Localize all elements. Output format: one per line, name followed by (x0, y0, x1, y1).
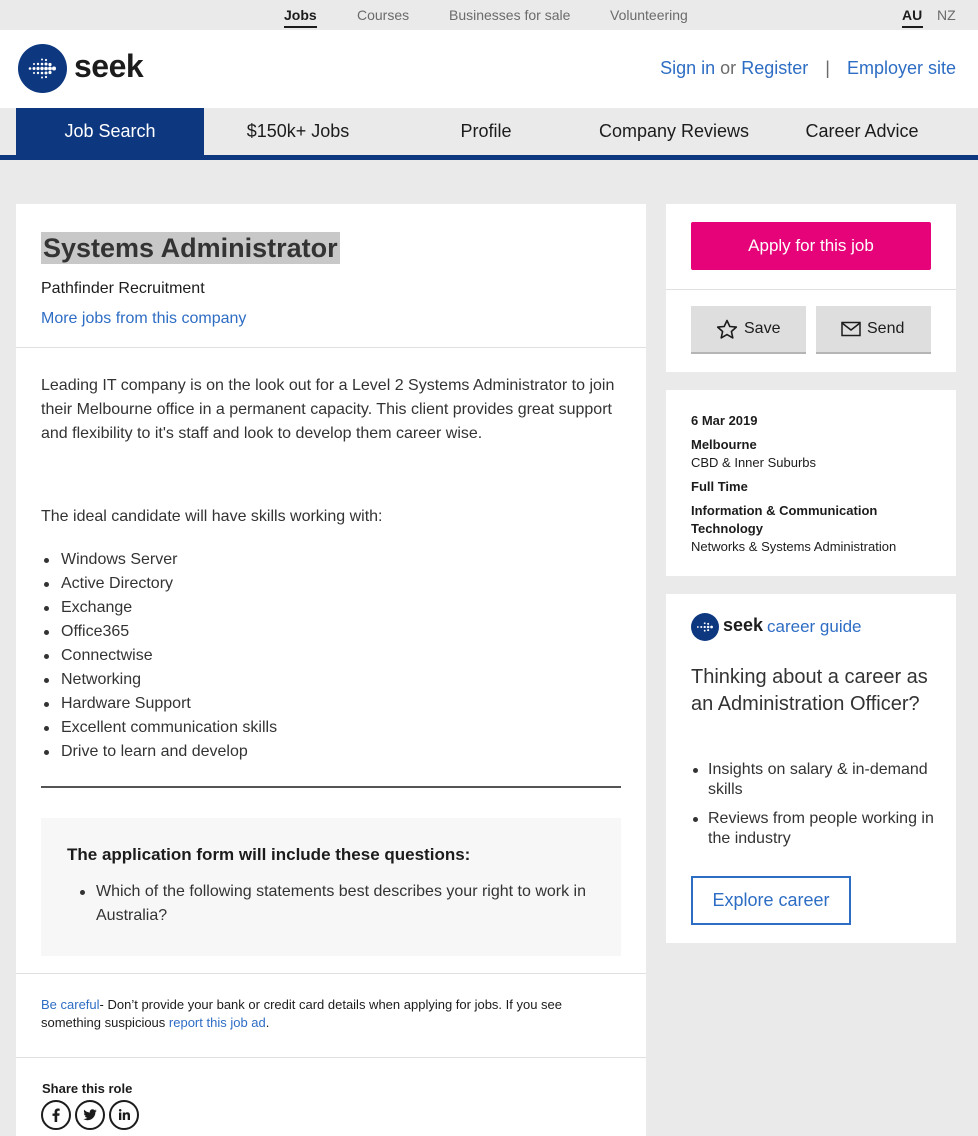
register-link[interactable]: Register (741, 58, 808, 78)
work-type: Full Time (691, 479, 748, 494)
topbar-link-jobs[interactable]: Jobs (284, 7, 317, 23)
listing-date: 6 Mar 2019 (691, 413, 758, 428)
main-nav: Job Search $150k+ Jobs Profile Company R… (0, 108, 978, 160)
be-careful-link[interactable]: Be careful (41, 997, 100, 1012)
bullet (80, 890, 85, 895)
safety-warning: Be careful- Don’t provide your bank or c… (41, 996, 621, 1032)
list-item: Insights on salary & in-demand skills (693, 760, 938, 800)
list-item: Drive to learn and develop (43, 740, 277, 764)
nav-job-search[interactable]: Job Search (16, 108, 204, 155)
send-label: Send (867, 320, 905, 337)
content-divider (41, 786, 621, 788)
nav-career-advice[interactable]: Career Advice (768, 108, 956, 155)
header-separator: | (825, 58, 830, 78)
list-item: Hardware Support (43, 692, 277, 716)
list-item: Reviews from people working in the indus… (693, 809, 938, 849)
company-name: Pathfinder Recruitment (41, 280, 205, 297)
mail-icon (841, 321, 861, 337)
share-divider (16, 1057, 646, 1058)
star-icon (716, 319, 738, 339)
nav-underline-bar (0, 155, 978, 160)
facebook-icon[interactable] (41, 1100, 71, 1130)
question-item: Which of the following statements best d… (96, 883, 586, 924)
career-guide-card: seek career guide Thinking about a caree… (666, 594, 956, 943)
share-title: Share this role (42, 1081, 133, 1096)
nav-company-reviews[interactable]: Company Reviews (580, 108, 768, 155)
region-au[interactable]: AU (902, 7, 922, 23)
career-guide-seek-text: seek (723, 615, 764, 635)
skills-list: Windows Server Active Directory Exchange… (43, 548, 277, 764)
save-button[interactable]: Save (691, 306, 806, 354)
list-item: Office365 (43, 620, 277, 644)
report-job-link[interactable]: report this job ad (169, 1015, 266, 1030)
job-classification: Information & Communication Technology (691, 503, 878, 536)
job-description: Leading IT company is on the look out fo… (41, 377, 615, 442)
nav-profile[interactable]: Profile (392, 108, 580, 155)
region-underline (902, 26, 923, 28)
job-location: Melbourne (691, 437, 757, 452)
warning-text: - Don’t provide your bank or credit card… (41, 997, 563, 1030)
questions-title: The application form will include these … (67, 845, 471, 864)
send-button[interactable]: Send (816, 306, 931, 354)
job-sub-classification: Networks & Systems Administration (691, 539, 897, 554)
topbar-link-courses[interactable]: Courses (357, 7, 409, 23)
save-label: Save (744, 320, 781, 337)
seek-logo-icon (691, 613, 719, 641)
job-details-card: Systems Administrator Pathfinder Recruit… (16, 204, 646, 1136)
top-strip: Jobs Courses Businesses for sale Volunte… (0, 0, 978, 30)
sign-in-link[interactable]: Sign in (660, 58, 715, 78)
seek-logo[interactable]: seek (18, 44, 148, 94)
employer-site-link[interactable]: Employer site (847, 58, 956, 78)
career-guide-text: career guide (767, 617, 862, 636)
job-info-card: 6 Mar 2019 Melbourne CBD & Inner Suburbs… (666, 390, 956, 576)
list-item: Connectwise (43, 644, 277, 668)
job-title: Systems Administrator (41, 232, 340, 264)
linkedin-icon[interactable] (109, 1100, 139, 1130)
list-item: Excellent communication skills (43, 716, 277, 740)
explore-career-button[interactable]: Explore career (691, 876, 851, 925)
apply-divider (666, 289, 956, 290)
job-area: CBD & Inner Suburbs (691, 455, 817, 470)
seek-logo-icon (18, 44, 67, 93)
more-jobs-link[interactable]: More jobs from this company (41, 310, 246, 328)
list-item: Exchange (43, 596, 277, 620)
questions-divider (16, 973, 646, 974)
list-item: Windows Server (43, 548, 277, 572)
apply-card: Apply for this job Save Send (666, 204, 956, 372)
header-divider (16, 347, 646, 348)
list-item: Active Directory (43, 572, 277, 596)
topbar-link-businesses[interactable]: Businesses for sale (449, 7, 570, 23)
list-item: Networking (43, 668, 277, 692)
account-links: Sign in or Register | Employer site (660, 58, 956, 79)
career-points-list: Insights on salary & in-demand skills Re… (693, 760, 938, 858)
ideal-candidate-text: The ideal candidate will have skills wor… (41, 508, 383, 525)
seek-logo-text: seek (74, 48, 144, 84)
site-header: seek Sign in or Register | Employer site (0, 30, 978, 108)
apply-button[interactable]: Apply for this job (691, 222, 931, 270)
warning-end: . (265, 1015, 270, 1030)
or-text: or (720, 58, 737, 78)
career-question: Thinking about a career as an Administra… (691, 666, 928, 715)
application-questions-box: The application form will include these … (41, 818, 621, 956)
region-nz[interactable]: NZ (937, 7, 956, 23)
topbar-link-volunteering[interactable]: Volunteering (610, 7, 688, 23)
twitter-icon[interactable] (75, 1100, 105, 1130)
active-underline (284, 26, 317, 28)
nav-150k-jobs[interactable]: $150k+ Jobs (204, 108, 392, 155)
